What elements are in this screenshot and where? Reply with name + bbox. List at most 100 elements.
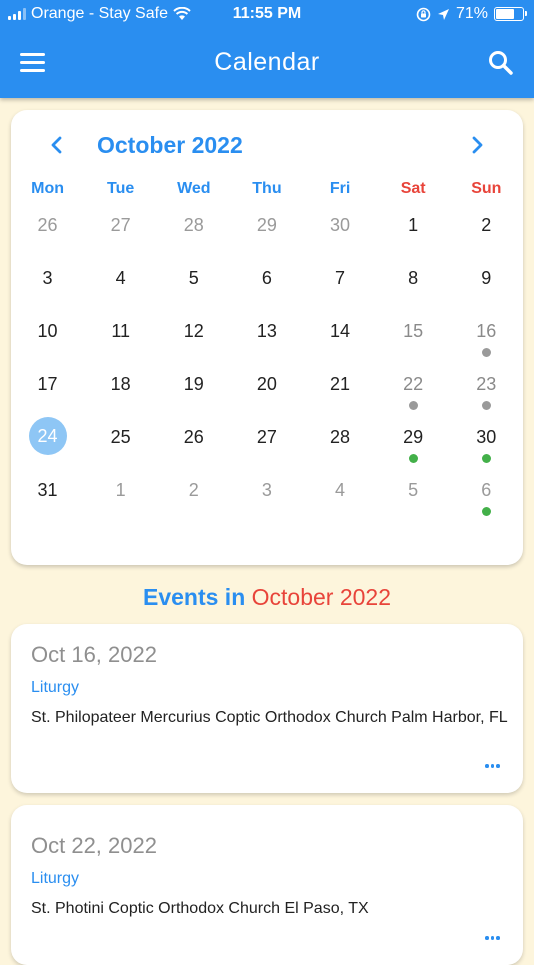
day-number: 30 <box>330 215 351 235</box>
day-number: 26 <box>183 427 204 447</box>
event-card[interactable]: Oct 22, 2022 Liturgy St. Photini Coptic … <box>11 805 523 965</box>
more-options-button[interactable] <box>485 933 501 943</box>
calendar-days-grid: 26 27 28 29 30 1 2 3 4 5 6 7 8 9 10 11 12 13 14 15 16 17 18 19 2… <box>11 204 523 522</box>
day-number: 20 <box>256 374 277 394</box>
calendar-day[interactable]: 29 <box>230 204 303 257</box>
day-number: 31 <box>37 480 58 500</box>
calendar-day[interactable]: 28 <box>157 204 230 257</box>
events-heading: Events in October 2022 <box>0 584 534 611</box>
calendar-day[interactable]: 5 <box>377 469 450 522</box>
calendar-day[interactable]: 23 <box>450 363 523 416</box>
day-number: 27 <box>256 427 277 447</box>
event-indicator-dot <box>481 348 491 357</box>
events-heading-prefix: Events in <box>142 584 246 610</box>
calendar-day[interactable]: 9 <box>450 257 523 310</box>
battery-level <box>496 9 515 19</box>
day-number: 2 <box>188 480 199 500</box>
calendar-day[interactable]: 4 <box>84 257 157 310</box>
calendar-day[interactable]: 29 <box>377 416 450 469</box>
calendar-day[interactable]: 6 <box>230 257 303 310</box>
day-number: 25 <box>110 427 131 447</box>
weekday-label: Sun <box>471 180 502 197</box>
wifi-icon <box>173 7 191 20</box>
calendar-day[interactable]: 15 <box>377 310 450 363</box>
calendar-day[interactable]: 20 <box>230 363 303 416</box>
event-location: St. Photini Coptic Orthodox Church El Pa… <box>31 900 369 917</box>
event-indicator-dot <box>408 454 418 463</box>
day-number: 10 <box>37 321 58 341</box>
day-number: 24 <box>28 417 67 455</box>
calendar-day[interactable]: 8 <box>377 257 450 310</box>
calendar-day[interactable]: 13 <box>230 310 303 363</box>
day-number: 1 <box>115 480 126 500</box>
calendar-day[interactable]: 4 <box>304 469 377 522</box>
calendar-day[interactable]: 25 <box>84 416 157 469</box>
event-indicator-dot <box>481 401 491 410</box>
calendar-day[interactable]: 1 <box>377 204 450 257</box>
calendar-day[interactable]: 11 <box>84 310 157 363</box>
carrier-name: Orange - Stay Safe <box>31 5 168 22</box>
day-number: 21 <box>330 374 351 394</box>
day-number: 5 <box>408 480 419 500</box>
day-number: 2 <box>481 215 492 235</box>
ellipsis-icon <box>485 936 489 940</box>
day-number: 13 <box>256 321 277 341</box>
calendar-day[interactable]: 18 <box>84 363 157 416</box>
month-title: October 2022 <box>97 132 243 158</box>
weekday-header: Mon Tue Wed Thu Fri Sat Sun <box>11 180 523 198</box>
calendar-day[interactable]: 5 <box>157 257 230 310</box>
more-options-button[interactable] <box>485 761 501 771</box>
calendar-day[interactable]: 17 <box>11 363 84 416</box>
calendar-day[interactable]: 31 <box>11 469 84 522</box>
chevron-left-icon <box>51 136 62 154</box>
day-number: 12 <box>183 321 204 341</box>
calendar-day-selected[interactable]: 24 <box>11 416 84 469</box>
event-location: St. Philopateer Mercurius Coptic Orthodo… <box>31 709 508 726</box>
previous-month-button[interactable] <box>45 132 69 158</box>
event-indicator-dot <box>481 454 491 463</box>
calendar-day[interactable]: 30 <box>450 416 523 469</box>
calendar-day[interactable]: 27 <box>84 204 157 257</box>
day-number: 15 <box>403 321 424 341</box>
calendar-day[interactable]: 30 <box>304 204 377 257</box>
calendar-day[interactable]: 2 <box>450 204 523 257</box>
day-number: 1 <box>408 215 419 235</box>
calendar-day[interactable]: 2 <box>157 469 230 522</box>
event-indicator-dot <box>408 401 418 410</box>
calendar-day[interactable]: 1 <box>84 469 157 522</box>
day-number: 8 <box>408 268 419 288</box>
event-type: Liturgy <box>31 870 80 887</box>
day-number: 27 <box>110 215 131 235</box>
calendar-day[interactable]: 14 <box>304 310 377 363</box>
day-number: 18 <box>110 374 131 394</box>
calendar-day[interactable]: 16 <box>450 310 523 363</box>
calendar-day[interactable]: 3 <box>11 257 84 310</box>
calendar-day[interactable]: 27 <box>230 416 303 469</box>
calendar-day[interactable]: 3 <box>230 469 303 522</box>
calendar-day[interactable]: 28 <box>304 416 377 469</box>
event-date: Oct 16, 2022 <box>31 642 157 667</box>
day-number: 6 <box>261 268 272 288</box>
day-number: 14 <box>330 321 351 341</box>
event-date: Oct 22, 2022 <box>31 833 157 858</box>
calendar-navigation: October 2022 <box>11 128 523 162</box>
calendar-day[interactable]: 19 <box>157 363 230 416</box>
day-number: 29 <box>256 215 277 235</box>
calendar-day[interactable]: 21 <box>304 363 377 416</box>
calendar-day[interactable]: 26 <box>157 416 230 469</box>
calendar-day[interactable]: 26 <box>11 204 84 257</box>
search-button[interactable] <box>486 48 516 78</box>
calendar-day[interactable]: 6 <box>450 469 523 522</box>
calendar-day[interactable]: 7 <box>304 257 377 310</box>
ellipsis-icon <box>485 764 489 768</box>
battery-icon <box>494 7 527 21</box>
weekday-label: Tue <box>107 180 135 197</box>
calendar-day[interactable]: 10 <box>11 310 84 363</box>
event-card[interactable]: Oct 16, 2022 Liturgy St. Philopateer Mer… <box>11 624 523 793</box>
orientation-lock-icon <box>416 7 431 21</box>
calendar-day[interactable]: 22 <box>377 363 450 416</box>
next-month-button[interactable] <box>465 132 489 158</box>
day-number: 7 <box>335 268 346 288</box>
calendar-day[interactable]: 12 <box>157 310 230 363</box>
day-number: 11 <box>111 321 131 341</box>
